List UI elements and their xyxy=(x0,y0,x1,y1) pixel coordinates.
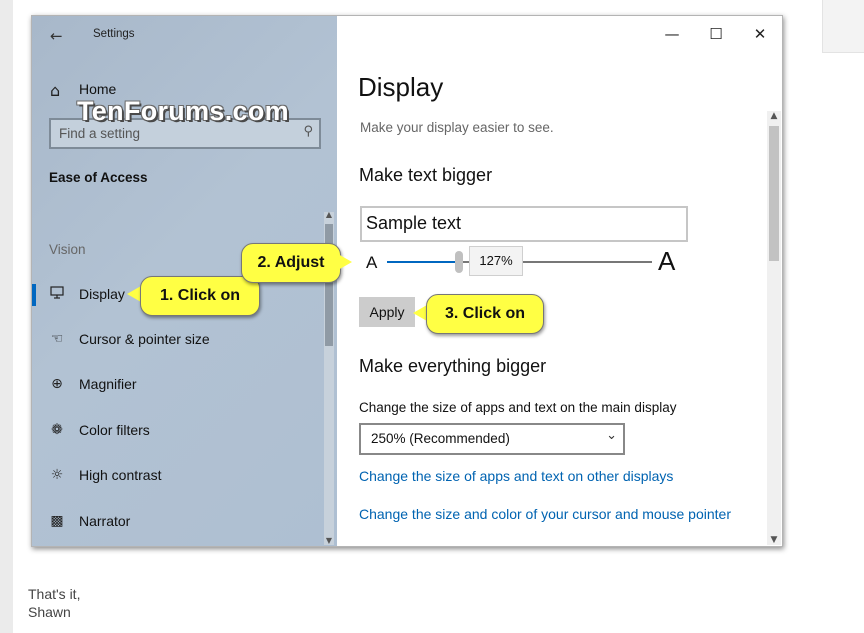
scroll-up-icon[interactable]: ▲ xyxy=(324,210,334,219)
footer-signature: Shawn xyxy=(28,604,71,620)
main-content: — ☐ ✕ Display Make your display easier t… xyxy=(337,16,782,546)
narrator-icon: ▩ xyxy=(50,513,64,529)
watermark-logo: TenForums.com xyxy=(77,96,289,126)
magnifier-icon: ⊕ xyxy=(51,376,63,392)
scroll-down-icon[interactable]: ▼ xyxy=(767,535,781,545)
home-icon[interactable]: ⌂ xyxy=(50,81,60,100)
brightness-icon: ☼ xyxy=(50,467,64,483)
scroll-up-icon[interactable]: ▲ xyxy=(767,111,781,121)
apply-button[interactable]: Apply xyxy=(359,297,415,327)
sidebar-item-color-filters[interactable]: ❁ Color filters xyxy=(32,416,324,446)
sidebar-item-label: Color filters xyxy=(79,422,150,438)
sidebar-item-narrator[interactable]: ▩ Narrator xyxy=(32,507,324,537)
callout-pointer xyxy=(413,305,427,321)
dropdown-value: 250% (Recommended) xyxy=(371,431,510,446)
callout-step3: 3. Click on xyxy=(426,294,544,334)
minimize-button[interactable]: — xyxy=(662,25,682,43)
sample-text-box: Sample text xyxy=(360,206,688,242)
link-other-displays[interactable]: Change the size of apps and text on othe… xyxy=(359,468,673,484)
sidebar-item-magnifier[interactable]: ⊕ Magnifier xyxy=(32,370,324,400)
sidebar-item-label: Display xyxy=(79,286,125,302)
heading-text-bigger: Make text bigger xyxy=(359,165,493,185)
maximize-button[interactable]: ☐ xyxy=(706,25,726,43)
scale-dropdown[interactable]: 250% (Recommended) ⌄ xyxy=(359,423,625,455)
cursor-icon: ☜ xyxy=(50,331,64,347)
scroll-down-icon[interactable]: ▼ xyxy=(324,536,334,545)
main-scrollbar[interactable]: ▲ ▼ xyxy=(767,111,781,545)
slider-fill xyxy=(387,261,459,263)
window-title: Settings xyxy=(93,28,135,40)
sidebar-item-cursor[interactable]: ☜ Cursor & pointer size xyxy=(32,325,324,355)
slider-value-tooltip: 127% xyxy=(469,246,523,276)
slider-thumb[interactable] xyxy=(455,251,463,273)
scrollbar-thumb[interactable] xyxy=(769,126,779,261)
slider-max-label: A xyxy=(658,246,676,276)
footer-line-1: That's it, xyxy=(28,586,81,602)
color-filters-icon: ❁ xyxy=(51,422,63,438)
monitor-icon xyxy=(48,286,66,303)
selected-indicator xyxy=(32,284,36,306)
page-subtitle: Make your display easier to see. xyxy=(360,120,554,135)
heading-everything-bigger: Make everything bigger xyxy=(359,356,547,376)
sidebar-item-label: Magnifier xyxy=(79,376,137,392)
slider-min-label: A xyxy=(366,253,378,272)
callout-pointer xyxy=(338,254,352,270)
page-left-margin xyxy=(0,0,13,633)
sample-text: Sample text xyxy=(366,213,462,233)
scale-field-label: Change the size of apps and text on the … xyxy=(359,400,677,415)
callout-step1: 1. Click on xyxy=(140,276,260,316)
sidebar-home-link[interactable]: Home xyxy=(79,81,116,97)
search-icon[interactable]: ⚲ xyxy=(303,124,313,139)
section-title: Ease of Access xyxy=(49,170,148,185)
sidebar-item-label: High contrast xyxy=(79,467,162,483)
callout-step2: 2. Adjust xyxy=(241,243,341,283)
group-label-vision: Vision xyxy=(49,242,86,257)
page-side-box xyxy=(822,0,864,53)
chevron-down-icon: ⌄ xyxy=(606,428,617,443)
close-button[interactable]: ✕ xyxy=(750,25,770,43)
callout-pointer xyxy=(127,286,141,302)
link-cursor-size[interactable]: Change the size and color of your cursor… xyxy=(359,506,731,522)
sidebar-item-label: Cursor & pointer size xyxy=(79,331,210,347)
sidebar-item-high-contrast[interactable]: ☼ High contrast xyxy=(32,461,324,491)
back-arrow-icon[interactable]: ← xyxy=(50,27,63,45)
page-title: Display xyxy=(358,72,444,102)
sidebar-item-label: Narrator xyxy=(79,513,131,529)
